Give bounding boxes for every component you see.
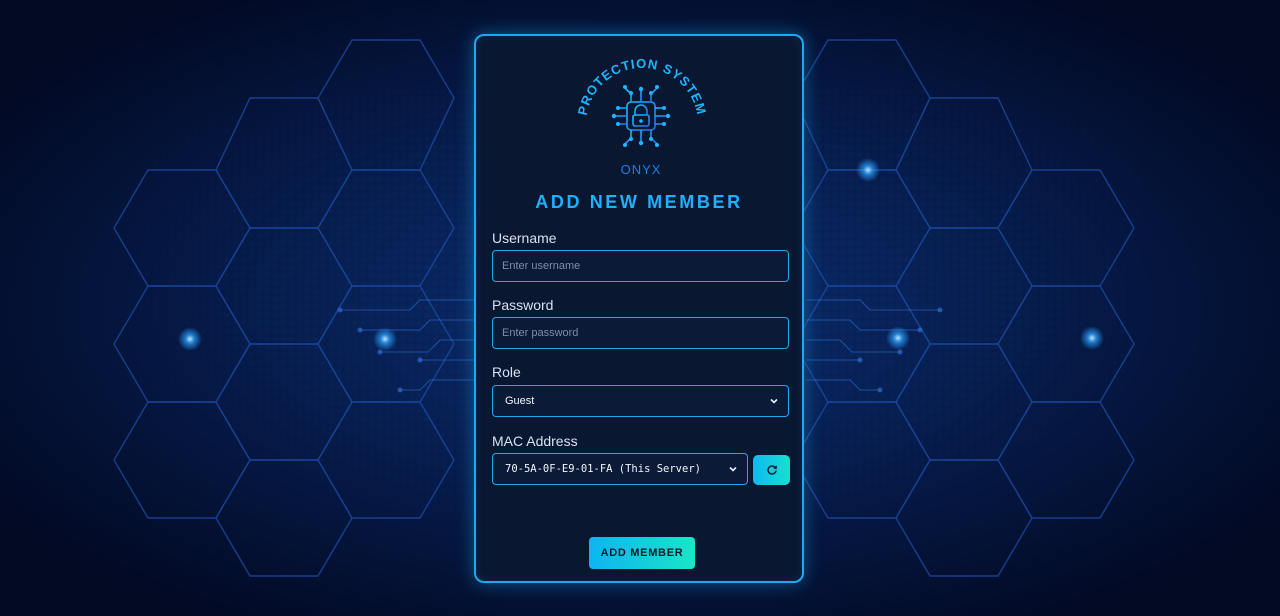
form-title: ADD NEW MEMBER bbox=[535, 192, 743, 212]
mac-address-select[interactable]: 70-5A-0F-E9-01-FA (This Server) bbox=[492, 453, 748, 485]
username-input[interactable]: Enter username bbox=[492, 250, 789, 282]
add-member-card: PROTECTION SYSTEM ONYX bbox=[474, 34, 804, 583]
role-label: Role bbox=[492, 364, 521, 380]
refresh-mac-button[interactable] bbox=[753, 455, 790, 485]
username-label: Username bbox=[492, 230, 557, 246]
circuit-lock-icon bbox=[615, 87, 667, 145]
mac-address-label: MAC Address bbox=[492, 433, 578, 449]
svg-text:PROTECTION SYSTEM: PROTECTION SYSTEM bbox=[576, 56, 706, 117]
chevron-down-icon bbox=[729, 466, 737, 472]
role-selected-value: Guest bbox=[505, 395, 535, 407]
add-member-button[interactable]: ADD MEMBER bbox=[589, 537, 695, 569]
logo-brand-text: ONYX bbox=[621, 162, 662, 177]
protection-system-logo: PROTECTION SYSTEM ONYX bbox=[575, 52, 709, 180]
password-label: Password bbox=[492, 297, 554, 313]
mac-address-selected-value: 70-5A-0F-E9-01-FA (This Server) bbox=[505, 463, 701, 475]
username-placeholder: Enter username bbox=[502, 260, 581, 272]
password-input[interactable]: Enter password bbox=[492, 317, 789, 349]
chevron-down-icon bbox=[770, 398, 778, 404]
logo-arc-text: PROTECTION SYSTEM bbox=[575, 56, 709, 117]
role-select[interactable]: Guest bbox=[492, 385, 789, 417]
refresh-icon bbox=[766, 465, 777, 475]
password-placeholder: Enter password bbox=[502, 327, 579, 339]
